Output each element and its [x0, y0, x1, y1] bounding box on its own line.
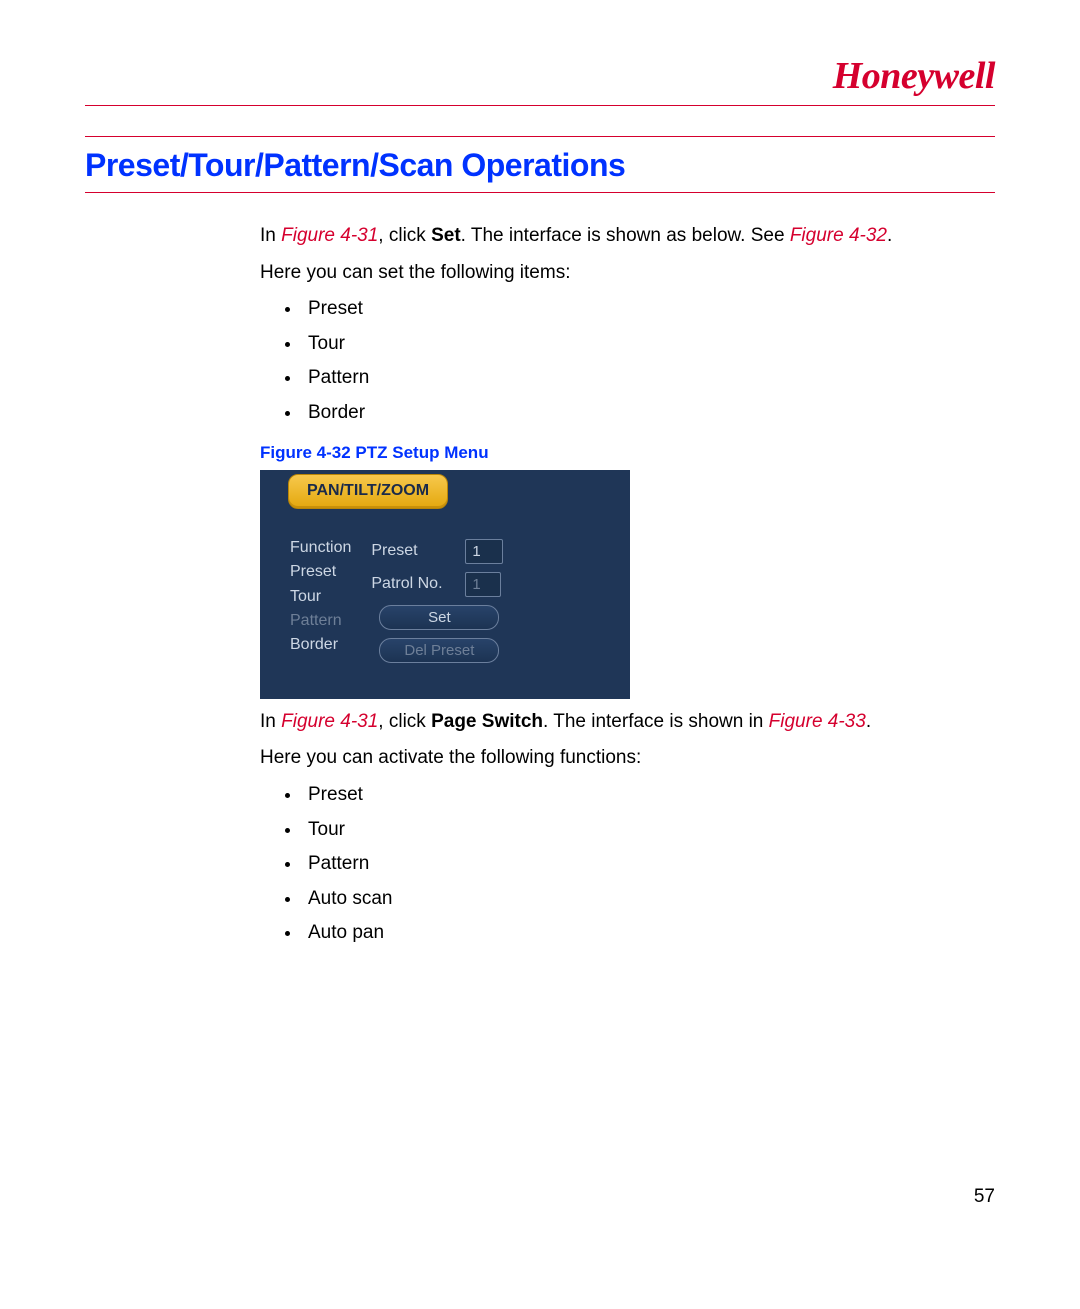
ptz-menu-function[interactable]: Function	[290, 537, 351, 559]
text: . The interface is shown as below. See	[461, 225, 790, 246]
ptz-form: Preset 1 Patrol No. 1 Set Del Preset	[371, 539, 503, 663]
bullet-list-1: Preset Tour Pattern Border	[260, 296, 955, 426]
bullet-list-2: Preset Tour Pattern Auto scan Auto pan	[260, 782, 955, 947]
text: , click	[378, 225, 431, 246]
brand-logo: Honeywell	[85, 50, 995, 103]
text: In	[260, 711, 281, 732]
text: In	[260, 225, 281, 246]
bold-set: Set	[431, 225, 461, 246]
page-number: 57	[974, 1184, 995, 1211]
text: .	[887, 225, 892, 246]
list-item: Tour	[302, 817, 955, 844]
text: , click	[378, 711, 431, 732]
ptz-tab-pantiltzoom[interactable]: PAN/TILT/ZOOM	[288, 474, 448, 508]
ptz-function-menu: Function Preset Tour Pattern Border	[290, 537, 351, 663]
text: .	[866, 711, 871, 732]
list-item: Pattern	[302, 851, 955, 878]
text: . The interface is shown in	[543, 711, 769, 732]
figure-caption: Figure 4-32 PTZ Setup Menu	[260, 441, 955, 465]
list-item: Preset	[302, 296, 955, 323]
ptz-patrol-input[interactable]: 1	[465, 572, 501, 597]
ptz-menu-pattern[interactable]: Pattern	[290, 610, 351, 632]
paragraph-4: Here you can activate the following func…	[260, 745, 955, 772]
list-item: Tour	[302, 331, 955, 358]
figure-ref-4-32: Figure 4-32	[790, 225, 887, 246]
ptz-menu-preset[interactable]: Preset	[290, 561, 351, 583]
paragraph-2: Here you can set the following items:	[260, 260, 955, 287]
figure-ref-4-31-b: Figure 4-31	[281, 711, 378, 732]
ptz-setup-menu-screenshot: PAN/TILT/ZOOM Function Preset Tour Patte…	[260, 470, 630, 698]
list-item: Auto scan	[302, 886, 955, 913]
figure-ref-4-33: Figure 4-33	[769, 711, 866, 732]
section-title: Preset/Tour/Pattern/Scan Operations	[85, 136, 995, 193]
ptz-preset-input[interactable]: 1	[465, 539, 503, 564]
list-item: Auto pan	[302, 920, 955, 947]
list-item: Border	[302, 400, 955, 427]
ptz-menu-tour[interactable]: Tour	[290, 586, 351, 608]
figure-ref-4-31: Figure 4-31	[281, 225, 378, 246]
bold-page-switch: Page Switch	[431, 711, 543, 732]
ptz-patrol-label: Patrol No.	[371, 573, 451, 595]
ptz-set-button[interactable]: Set	[379, 605, 499, 630]
ptz-menu-border[interactable]: Border	[290, 634, 351, 656]
paragraph-1: In Figure 4-31, click Set. The interface…	[260, 223, 955, 250]
ptz-del-preset-button[interactable]: Del Preset	[379, 638, 499, 663]
content-area: In Figure 4-31, click Set. The interface…	[260, 223, 955, 947]
header-divider	[85, 105, 995, 106]
ptz-preset-label: Preset	[371, 540, 451, 562]
list-item: Preset	[302, 782, 955, 809]
paragraph-3: In Figure 4-31, click Page Switch. The i…	[260, 709, 955, 736]
list-item: Pattern	[302, 365, 955, 392]
